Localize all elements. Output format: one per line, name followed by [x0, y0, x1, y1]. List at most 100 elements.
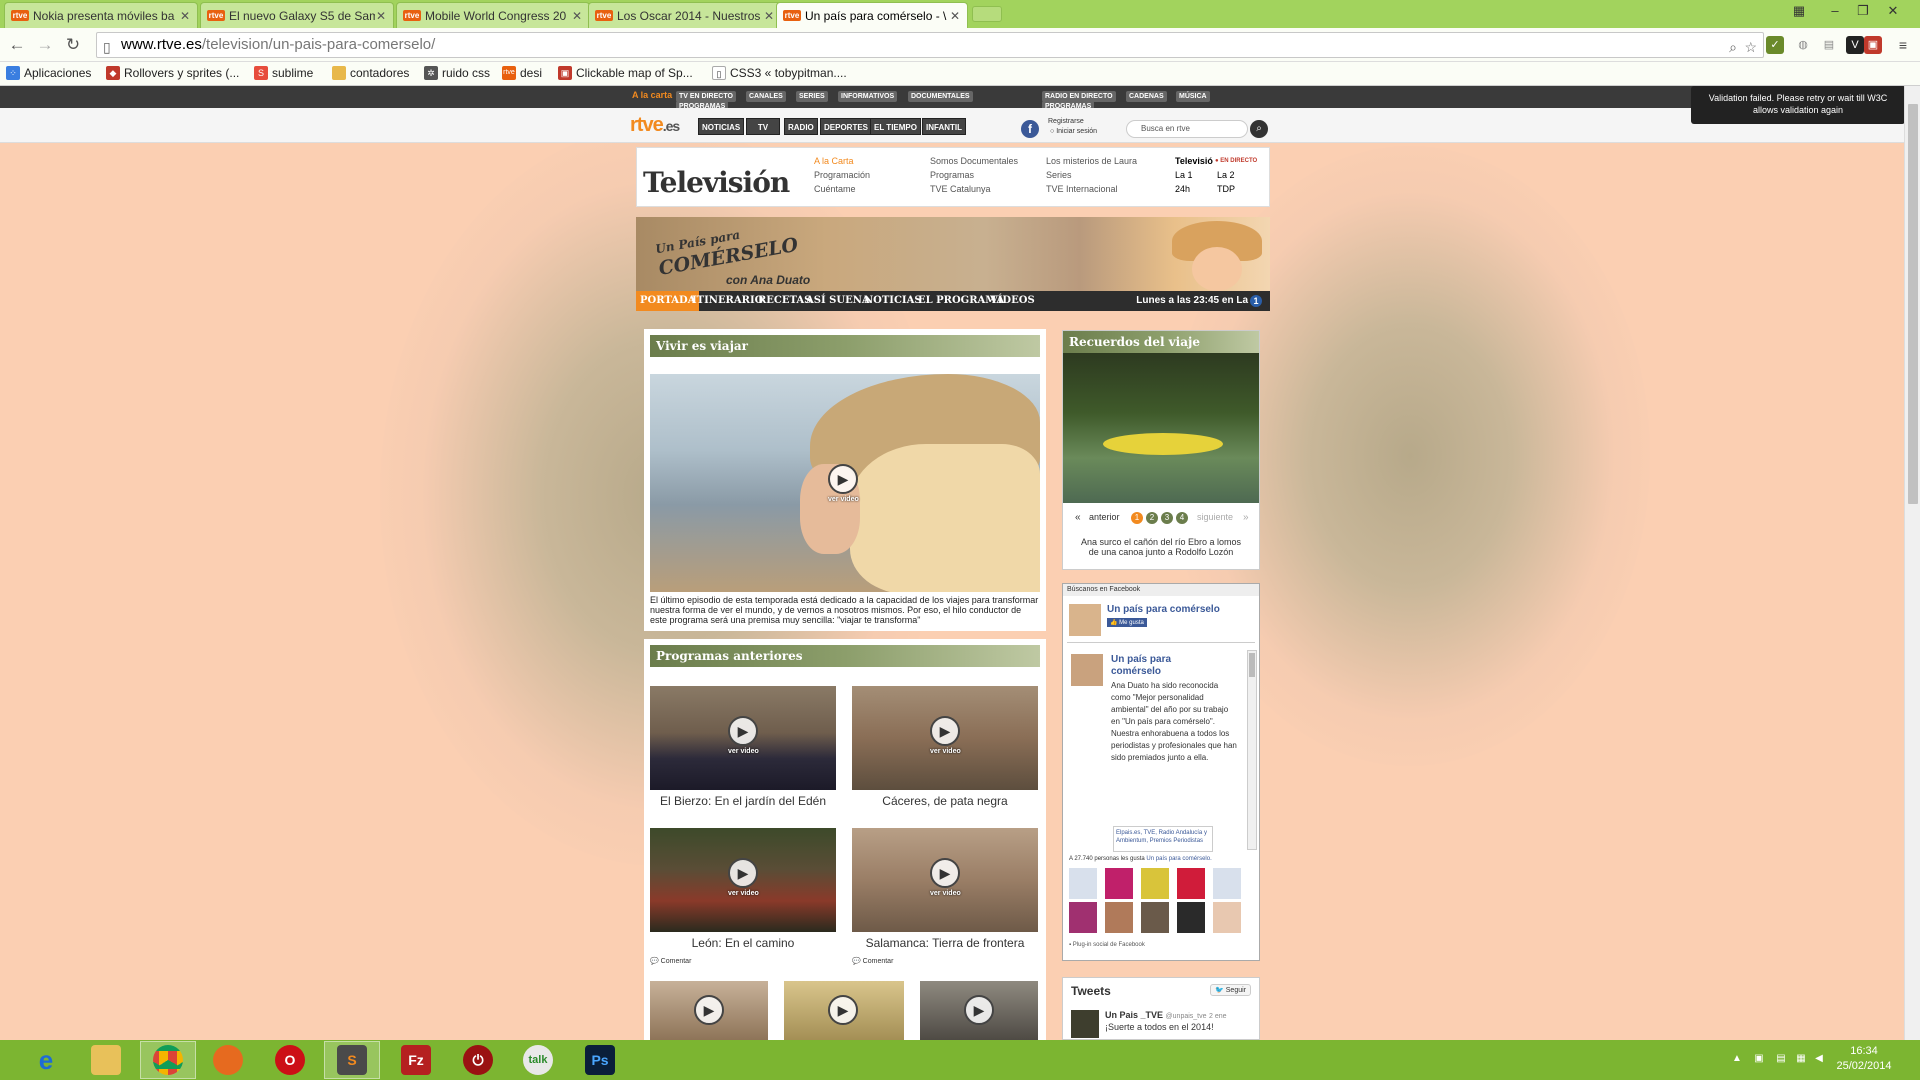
page-avatar[interactable] [1069, 604, 1101, 636]
play-icon[interactable]: ▶ [828, 995, 858, 1025]
fan-avatar[interactable] [1141, 902, 1169, 933]
program-title[interactable]: Cáceres, de pata negra [852, 794, 1038, 808]
nav-radio[interactable]: RADIO [784, 118, 818, 135]
tv-link[interactable]: A la Carta [814, 156, 854, 166]
play-icon[interactable]: ▶ [728, 716, 758, 746]
bookmark-item[interactable]: contadores [332, 66, 409, 80]
taskbar-filezilla[interactable]: Fz [388, 1041, 444, 1079]
program-title[interactable]: León: En el camino [650, 936, 836, 950]
volume-icon[interactable]: ◀ [1812, 1052, 1826, 1066]
back-icon[interactable]: ← [6, 34, 28, 56]
taskbar-ie[interactable]: e [18, 1041, 74, 1079]
reload-icon[interactable]: ↻ [62, 34, 84, 56]
taskbar-opera[interactable]: O [262, 1041, 318, 1079]
tv-link[interactable]: Cuéntame [814, 184, 856, 194]
extension-icon[interactable]: ▣ [1864, 36, 1882, 54]
bookmark-item[interactable]: ▣ Clickable map of Sp... [558, 66, 693, 80]
gallery-next[interactable]: siguiente [1197, 512, 1233, 522]
nav-noticias[interactable]: NOTICIAS [698, 118, 745, 135]
tv-link[interactable]: Programas [930, 170, 974, 180]
program-video[interactable]: ▶ ver video [852, 828, 1038, 932]
close-tab-icon[interactable]: ✕ [179, 9, 191, 23]
gallery-page[interactable]: 1 [1131, 512, 1143, 524]
tray-icon[interactable]: ▣ [1752, 1052, 1766, 1066]
tv-link[interactable]: Programación [814, 170, 870, 180]
fan-avatar[interactable] [1105, 902, 1133, 933]
taskbar-photoshop[interactable]: Ps [572, 1041, 628, 1079]
rtve-logo[interactable]: rtve.es [630, 114, 680, 137]
tv-link[interactable]: Series [1046, 170, 1072, 180]
fan-avatar[interactable] [1213, 902, 1241, 933]
bookmark-item[interactable]: Ssublime [254, 66, 313, 80]
browser-tab-active[interactable]: rtve Un país para comérselo - \ ✕ [776, 2, 968, 28]
taskbar-talk[interactable]: talk [510, 1041, 566, 1079]
program-video[interactable]: ▶ ver video [852, 686, 1038, 790]
taskbar-chrome[interactable] [140, 1041, 196, 1079]
tray-icon[interactable]: ▤ [1774, 1052, 1788, 1066]
fan-avatar[interactable] [1069, 902, 1097, 933]
program-video[interactable]: ▶ ver video [650, 828, 836, 932]
tweet-avatar[interactable] [1071, 1010, 1099, 1038]
extension-icon[interactable]: V [1846, 36, 1864, 54]
post-tags[interactable]: Elpais.es, TVE, Radio Andalucía y Ambien… [1113, 826, 1213, 852]
top-menu-item[interactable]: INFORMATIVOS [838, 91, 898, 102]
top-menu-item[interactable]: DOCUMENTALES [908, 91, 973, 102]
program-video[interactable]: ▶ ver video [650, 686, 836, 790]
facebook-icon[interactable]: f [1021, 120, 1039, 138]
new-tab-button[interactable] [972, 6, 1002, 22]
minimize-icon[interactable]: – [1822, 2, 1848, 20]
top-menu-item[interactable]: CANALES [746, 91, 786, 102]
tv-link[interactable]: Los misterios de Laura [1046, 156, 1137, 166]
program-title[interactable]: Salamanca: Tierra de frontera [852, 936, 1038, 950]
browser-tab[interactable]: rtve Mobile World Congress 20 ✕ [396, 2, 590, 28]
close-tab-icon[interactable]: ✕ [949, 9, 961, 23]
browser-tab[interactable]: rtve Nokia presenta móviles ba ✕ [4, 2, 198, 28]
fan-avatar[interactable] [1177, 902, 1205, 933]
address-bar[interactable]: ▯ www.rtve.es/television/un-pais-para-co… [96, 32, 1764, 58]
taskbar-firefox[interactable] [200, 1041, 256, 1079]
user-profile-icon[interactable]: ▦ [1786, 2, 1812, 20]
nav-deportes[interactable]: DEPORTES [820, 118, 873, 135]
channel-link[interactable]: La 2 [1217, 170, 1235, 180]
tv-link[interactable]: Somos Documentales [930, 156, 1018, 166]
featured-video[interactable]: ▶ ver video [650, 374, 1040, 592]
nav-tv[interactable]: TV [746, 118, 780, 135]
tv-link[interactable]: TVE Internacional [1046, 184, 1118, 194]
channel-link[interactable]: TDP [1217, 184, 1235, 194]
show-logo[interactable]: Un País para COMÉRSELO [653, 213, 800, 280]
taskbar-app[interactable]: ⏻ [450, 1041, 506, 1079]
fan-avatar[interactable] [1177, 868, 1205, 899]
fan-avatar[interactable] [1213, 868, 1241, 899]
site-search-input[interactable]: Busca en rtve [1126, 120, 1248, 138]
play-icon[interactable]: ▶ [828, 464, 858, 494]
like-button[interactable]: 👍 Me gusta [1107, 618, 1147, 627]
follow-button[interactable]: 🐦 Seguir [1210, 984, 1251, 996]
post-author[interactable]: Un país para comérselo [1111, 654, 1171, 678]
gallery-page[interactable]: 4 [1176, 512, 1188, 524]
facebook-page-name[interactable]: Un país para comérselo [1107, 604, 1220, 615]
gallery-prev-icon[interactable]: « [1075, 512, 1081, 523]
login-link[interactable]: ○ Iniciar sesión [1050, 128, 1097, 135]
play-icon[interactable]: ▶ [728, 858, 758, 888]
scrollbar-thumb[interactable] [1908, 104, 1918, 504]
program-video[interactable]: ▶ [650, 981, 768, 1040]
top-menu-item[interactable]: MÚSICA [1176, 91, 1210, 102]
menu-icon[interactable]: ≡ [1894, 36, 1912, 54]
extension-icon[interactable]: ▤ [1820, 36, 1838, 54]
program-video[interactable]: ▶ [784, 981, 904, 1040]
tv-link[interactable]: TVE Catalunya [930, 184, 991, 194]
top-menu-item[interactable]: SERIES [796, 91, 828, 102]
channel-link[interactable]: 24h [1175, 184, 1190, 194]
nav-el-tiempo[interactable]: EL TIEMPO [870, 118, 921, 135]
program-video[interactable]: ▶ [920, 981, 1038, 1040]
fan-avatar[interactable] [1069, 868, 1097, 899]
close-tab-icon[interactable]: ✕ [375, 9, 387, 23]
bookmark-item[interactable]: ✲ ruido css [424, 66, 490, 80]
play-icon[interactable]: ▶ [964, 995, 994, 1025]
page-scrollbar[interactable] [1904, 86, 1920, 1040]
gallery-page[interactable]: 3 [1161, 512, 1173, 524]
register-link[interactable]: Registrarse [1048, 118, 1084, 125]
top-menu-item[interactable]: CADENAS [1126, 91, 1167, 102]
fan-avatar[interactable] [1141, 868, 1169, 899]
search-icon[interactable]: ⌕ [1250, 120, 1268, 138]
